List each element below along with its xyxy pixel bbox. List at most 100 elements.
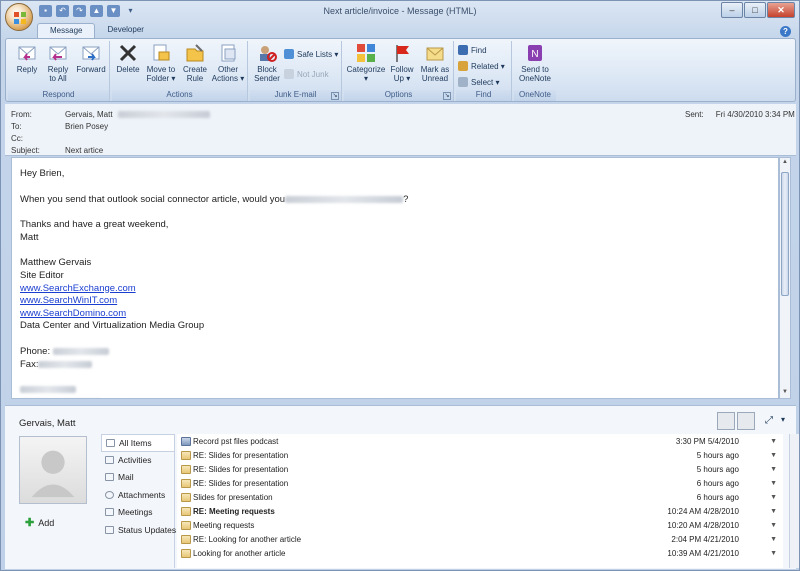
scroll-down-icon[interactable]: ▼ [781,389,789,397]
list-item[interactable]: RE: Slides for presentation 6 hours ago ▼ [177,477,783,491]
delete-button[interactable]: Delete [114,43,142,74]
customize-qat-icon[interactable]: ▾ [124,5,137,17]
list-item[interactable]: RE: Looking for another article 2:04 PM 4… [177,533,783,547]
tab-message[interactable]: Message [37,23,96,39]
close-button[interactable]: ✕ [767,2,795,18]
send-to-onenote-button[interactable]: N Send to OneNote [516,43,554,83]
find-button[interactable]: Find [458,45,487,55]
people-pane: Gervais, Matt ⤢ ▾ ✚ Add All Items Activit… [5,405,799,569]
mark-as-unread-button[interactable]: Mark as Unread [418,43,452,83]
list-item[interactable]: Slides for presentation 6 hours ago ▼ [177,491,783,505]
move-to-folder-button[interactable]: Move to Folder ▾ [144,43,178,83]
group-label-find: Find [456,90,511,101]
reply-button[interactable]: Reply [12,43,42,74]
nav-all-items[interactable]: All Items [101,434,174,452]
scroll-thumb[interactable] [781,172,789,296]
contact-photo-icon[interactable] [717,412,735,430]
delete-icon [119,44,137,62]
message-body[interactable]: Hey Brien, When you send that outlook so… [11,157,779,399]
nav-status-updates[interactable]: Status Updates [101,522,176,540]
list-item[interactable]: Looking for another article 10:39 AM 4/21… [177,547,783,561]
select-button[interactable]: Select ▾ [458,77,499,87]
follow-up-flag-icon [396,45,409,62]
calendar-icon [105,508,114,516]
message-header: From: Gervais, Matt To: Brien Posey Cc: Su… [5,104,796,156]
group-actions: Delete Move to Folder ▾ Create Rule Othe… [112,41,248,101]
other-actions-icon [221,44,236,62]
activity-list-scrollbar[interactable] [789,434,799,568]
list-item[interactable]: RE: Slides for presentation 5 hours ago ▼ [177,449,783,463]
mark-unread-icon [426,47,444,61]
link-searchwinit[interactable]: www.SearchWinIT.com [20,295,117,306]
list-item[interactable]: Record pst files podcast 3:30 PM 5/4/2010… [177,435,783,449]
to-value[interactable]: Brien Posey [65,122,108,131]
forward-icon [82,46,100,61]
signature-title: Site Editor [20,269,64,281]
block-sender-button[interactable]: Block Sender [252,43,282,83]
previous-item-icon[interactable]: ▲ [90,5,103,17]
create-rule-icon [186,44,204,62]
save-icon[interactable]: ▪ [39,5,52,17]
minimize-button[interactable]: – [721,2,743,18]
other-actions-button[interactable]: Other Actions ▾ [210,43,246,83]
not-junk-button[interactable]: Not Junk [284,69,329,79]
status-updates-icon [105,525,114,534]
link-searchexchange[interactable]: www.SearchExchange.com [20,283,136,294]
phone-redacted [52,347,109,355]
list-item[interactable]: RE: Slides for presentation 5 hours ago ▼ [177,463,783,477]
safe-lists-button[interactable]: Safe Lists ▾ [284,49,338,59]
pane-menu-icon[interactable]: ▾ [781,415,785,424]
undo-icon[interactable]: ↶ [56,5,69,17]
redo-icon[interactable]: ↷ [73,5,86,17]
item-menu-icon: ▼ [770,480,777,487]
from-row: From: Gervais, Matt [11,110,210,119]
not-junk-icon [284,69,294,79]
list-item[interactable]: Meeting requests 10:20 AM 4/28/2010 ▼ [177,519,783,533]
nav-attachments[interactable]: Attachments [101,487,174,505]
from-value[interactable]: Gervais, Matt [65,110,113,119]
group-junk-email: Block Sender Safe Lists ▾ Not Junk Junk … [250,41,342,101]
options-dialog-launcher-icon[interactable]: ↘ [443,92,451,100]
greeting-text: Hey Brien, [20,168,65,179]
reply-all-button[interactable]: Reply to All [42,43,74,83]
scroll-up-icon[interactable]: ▲ [781,159,789,167]
podcast-icon [181,437,191,446]
mail-reply-icon [181,465,191,474]
add-contact-button[interactable]: ✚ Add [25,516,54,529]
related-button[interactable]: Related ▾ [458,61,505,71]
item-menu-icon: ▼ [770,466,777,473]
create-rule-button[interactable]: Create Rule [180,43,210,83]
body-scrollbar[interactable]: ▲ ▼ [779,157,791,399]
office-button[interactable] [5,3,33,31]
categorize-button[interactable]: Categorize ▾ [344,43,388,83]
tab-developer[interactable]: Developer [95,23,155,39]
address-redacted [20,386,76,394]
next-item-icon[interactable]: ▼ [107,5,120,17]
link-searchdomino[interactable]: www.SearchDomino.com [20,308,126,319]
contact-photo-icon-2[interactable] [737,412,755,430]
junk-dialog-launcher-icon[interactable]: ↘ [331,92,339,100]
activities-icon [105,455,114,464]
nav-meetings[interactable]: Meetings [101,504,174,522]
subject-value: Next artice [65,146,104,155]
subject-row: Subject: Next artice [11,146,104,155]
group-label-junk: Junk E-mail [250,90,341,101]
mail-reply-icon [181,479,191,488]
mail-reply-icon [181,451,191,460]
nav-activities[interactable]: Activities [101,452,174,470]
expand-pane-icon[interactable]: ⤢ [765,415,773,426]
group-label-actions: Actions [112,90,247,101]
meeting-icon [181,521,191,530]
maximize-button[interactable]: □ [744,2,766,18]
from-email-redacted [117,111,210,119]
nav-mail[interactable]: Mail [101,469,174,487]
item-menu-icon: ▼ [770,550,777,557]
help-icon[interactable]: ? [780,26,791,37]
reply-all-icon [49,46,67,61]
group-label-onenote: OneNote [514,90,556,101]
forward-button[interactable]: Forward [74,43,108,74]
to-row: To: Brien Posey [11,122,109,131]
paperclip-icon [105,490,114,499]
list-item[interactable]: RE: Meeting requests 10:24 AM 4/28/2010 ▼ [177,505,783,519]
follow-up-button[interactable]: Follow Up ▾ [388,43,416,83]
